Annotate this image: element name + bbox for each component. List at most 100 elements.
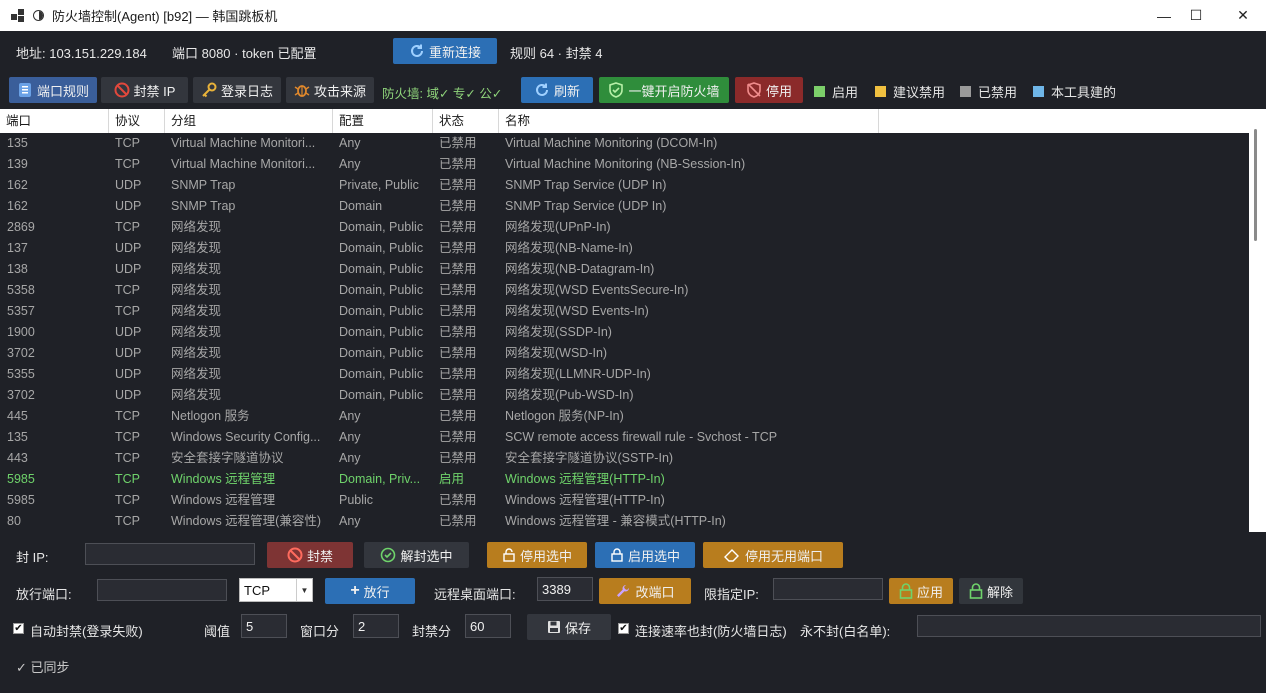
table-row[interactable]: 3702 UDP 网络发现 Domain, Public 已禁用 网络发现(Pub-WSD… <box>0 385 1249 406</box>
port-rules-label: 端口规则 <box>36 83 89 99</box>
table-row[interactable]: 1900 UDP 网络发现 Domain, Public 已禁用 网络发现(SSDP-In… <box>0 322 1249 343</box>
disable-selected-button[interactable]: 停用选中 <box>487 542 587 568</box>
table-row[interactable]: 5985 TCP Windows 远程管理 Public 已禁用 Windows 远程管理… <box>0 490 1249 511</box>
scrollbar-thumb[interactable] <box>1254 129 1257 241</box>
allow-button[interactable]: + 放行 <box>325 578 415 604</box>
reconnect-button[interactable]: 重新连接 <box>393 38 497 64</box>
table-row[interactable]: 162 UDP SNMP Trap Private, Public 已禁用 SNMP Tr… <box>0 175 1249 196</box>
block-ip-label: 封禁 IP <box>133 83 176 99</box>
apply-button[interactable]: 应用 <box>889 578 953 604</box>
change-port-button[interactable]: 改端口 <box>599 578 691 604</box>
unban-selected-label: 解封选中 <box>400 548 453 564</box>
plus-icon: + <box>350 582 360 599</box>
table-row[interactable]: 5357 TCP 网络发现 Domain, Public 已禁用 网络发现(WSD Eve… <box>0 301 1249 322</box>
maximize-button[interactable]: ☐ <box>1173 0 1219 31</box>
allow-port-input[interactable] <box>97 579 227 601</box>
disable-unused-ports-button[interactable]: 停用无用端口 <box>703 542 843 568</box>
save-button[interactable]: 保存 <box>527 614 611 640</box>
limit-ip-input[interactable] <box>773 578 883 600</box>
table-row[interactable]: 138 UDP 网络发现 Domain, Public 已禁用 网络发现(NB-Datag… <box>0 259 1249 280</box>
cell-proto: TCP <box>115 220 140 234</box>
chevron-down-icon: ▼ <box>296 579 312 601</box>
col-group[interactable]: 分组 <box>165 109 333 133</box>
cell-status: 已禁用 <box>439 199 477 213</box>
cell-proto: TCP <box>115 157 140 171</box>
table-row[interactable]: 3702 UDP 网络发现 Domain, Public 已禁用 网络发现(WSD-In) <box>0 343 1249 364</box>
cell-name: 网络发现(LLMNR-UDP-In) <box>505 367 651 381</box>
legend-label: 建议禁用 <box>893 85 946 100</box>
cell-status: 已禁用 <box>439 178 477 192</box>
table-row[interactable]: 5355 UDP 网络发现 Domain, Public 已禁用 网络发现(LLMNR-U… <box>0 364 1249 385</box>
col-name[interactable]: 名称 <box>499 109 879 133</box>
key-icon <box>201 82 217 98</box>
table-row[interactable]: 445 TCP Netlogon 服务 Any 已禁用 Netlogon 服务(NP-In… <box>0 406 1249 427</box>
close-button[interactable]: ✕ <box>1220 0 1266 31</box>
cell-profile: Domain, Public <box>339 241 424 255</box>
col-profile[interactable]: 配置 <box>333 109 433 133</box>
cell-group: 网络发现 <box>171 325 222 339</box>
table-row[interactable]: 135 TCP Windows Security Config... Any 已禁用 SC… <box>0 427 1249 448</box>
table-row[interactable]: 137 UDP 网络发现 Domain, Public 已禁用 网络发现(NB-Name-… <box>0 238 1249 259</box>
protocol-select[interactable]: TCP ▼ <box>239 578 313 602</box>
enable-selected-button[interactable]: 启用选中 <box>595 542 695 568</box>
apply-label: 应用 <box>916 584 943 600</box>
refresh-label: 刷新 <box>553 83 580 99</box>
table-scrollbar[interactable] <box>1249 109 1266 532</box>
disable-button[interactable]: 停用 <box>735 77 803 103</box>
reconnect-label: 重新连接 <box>428 44 481 60</box>
cell-proto: TCP <box>115 283 140 297</box>
refresh-button[interactable]: 刷新 <box>521 77 593 103</box>
table-row[interactable]: 2869 TCP 网络发现 Domain, Public 已禁用 网络发现(UPnP-In… <box>0 217 1249 238</box>
ban-ip-input[interactable] <box>85 543 255 565</box>
cell-name: 网络发现(UPnP-In) <box>505 220 611 234</box>
enable-firewall-button[interactable]: 一键开启防火墙 <box>599 77 729 103</box>
ban-icon <box>287 547 303 563</box>
col-status[interactable]: 状态 <box>433 109 499 133</box>
refresh-icon <box>534 82 550 98</box>
limit-ip-label: 限指定IP: <box>704 587 759 602</box>
cell-port: 3702 <box>7 346 35 360</box>
table-row[interactable]: 139 TCP Virtual Machine Monitori... Any 已禁用 V… <box>0 154 1249 175</box>
cell-group: Windows 远程管理 <box>171 472 276 486</box>
threshold-label: 阈值 <box>204 624 231 639</box>
ban-minutes-label: 封禁分 <box>412 624 452 639</box>
table-row[interactable]: 443 TCP 安全套接字隧道协议 Any 已禁用 安全套接字隧道协议(SSTP-In) <box>0 448 1249 469</box>
window-minutes-input[interactable]: 2 <box>353 614 399 638</box>
attack-source-tab[interactable]: 攻击来源 <box>286 77 374 103</box>
table-row[interactable]: 162 UDP SNMP Trap Domain 已禁用 SNMP Trap Servic… <box>0 196 1249 217</box>
ban-button[interactable]: 封禁 <box>267 542 353 568</box>
sync-status: ✓ 已同步 <box>16 660 70 675</box>
cell-proto: TCP <box>115 493 140 507</box>
col-port[interactable]: 端口 <box>0 109 109 133</box>
table-row[interactable]: 5358 TCP 网络发现 Domain, Public 已禁用 网络发现(WSD Eve… <box>0 280 1249 301</box>
cell-status: 已禁用 <box>439 136 477 150</box>
port-rules-tab[interactable]: 端口规则 <box>9 77 97 103</box>
cell-port: 139 <box>7 157 28 171</box>
cell-port: 1900 <box>7 325 35 339</box>
auto-ban-checkbox[interactable]: ✔ <box>13 623 24 634</box>
threshold-input[interactable]: 5 <box>241 614 287 638</box>
whitelist-input[interactable] <box>917 615 1261 637</box>
login-log-tab[interactable]: 登录日志 <box>193 77 281 103</box>
col-protocol[interactable]: 协议 <box>109 109 165 133</box>
cell-profile: Domain, Public <box>339 388 424 402</box>
auto-ban-label: 自动封禁(登录失败) <box>30 624 143 639</box>
floppy-icon <box>547 620 561 634</box>
table-row[interactable]: 5985 TCP Windows 远程管理 Domain, Priv... 启用 Wind… <box>0 469 1249 490</box>
rdp-port-input[interactable]: 3389 <box>537 577 593 601</box>
cell-proto: UDP <box>115 388 142 402</box>
table-row[interactable]: 135 TCP Virtual Machine Monitori... Any 已禁用 V… <box>0 133 1249 154</box>
cell-status: 已禁用 <box>439 430 477 444</box>
ban-icon <box>114 82 130 98</box>
cell-port: 138 <box>7 262 28 276</box>
rate-ban-checkbox[interactable]: ✔ <box>618 623 629 634</box>
block-ip-tab[interactable]: 封禁 IP <box>101 77 188 103</box>
cell-proto: UDP <box>115 367 142 381</box>
remove-button[interactable]: 解除 <box>959 578 1023 604</box>
unban-selected-button[interactable]: 解封选中 <box>364 542 469 568</box>
cell-port: 5358 <box>7 283 35 297</box>
cell-port: 137 <box>7 241 28 255</box>
ban-minutes-input[interactable]: 60 <box>465 614 511 638</box>
table-row[interactable]: 80 TCP Windows 远程管理(兼容性) Any 已禁用 Windows 远程管理… <box>0 511 1249 532</box>
unlock-icon <box>502 548 516 562</box>
